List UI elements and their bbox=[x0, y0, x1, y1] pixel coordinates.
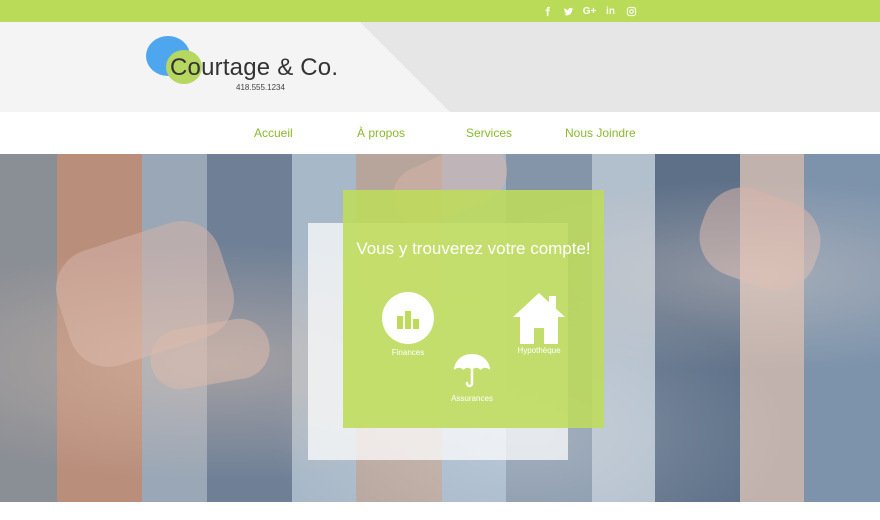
nav-item-a-propos[interactable]: À propos bbox=[357, 126, 405, 140]
main-nav: Accueil À propos Services Nous Joindre bbox=[0, 112, 880, 154]
header-diagonal-panel bbox=[360, 22, 880, 112]
social-bar: G+ in bbox=[0, 0, 880, 22]
hero-title: Vous y trouverez votre compte! bbox=[356, 239, 591, 258]
twitter-icon[interactable] bbox=[562, 4, 575, 18]
nav-item-accueil[interactable]: Accueil bbox=[254, 126, 293, 140]
service-assurances[interactable]: Assurances bbox=[446, 350, 498, 403]
facebook-icon[interactable] bbox=[541, 4, 554, 18]
phone-number: 418.555.1234 bbox=[236, 83, 285, 92]
hero-green-panel: Vous y trouverez votre compte! Finances … bbox=[343, 190, 604, 428]
service-assurances-label: Assurances bbox=[451, 394, 493, 403]
umbrella-icon bbox=[452, 350, 492, 390]
service-hypotheque[interactable]: Hypothèque bbox=[509, 290, 569, 355]
site-header: Courtage & Co. 418.555.1234 bbox=[0, 22, 880, 112]
service-hypotheque-label: Hypothèque bbox=[517, 346, 561, 355]
google-plus-icon[interactable]: G+ bbox=[583, 4, 597, 18]
social-links: G+ in bbox=[541, 4, 638, 18]
instagram-icon[interactable] bbox=[625, 4, 638, 18]
brand-name: Courtage & Co. bbox=[170, 54, 339, 81]
linkedin-icon[interactable]: in bbox=[604, 4, 617, 18]
service-finances-label: Finances bbox=[391, 348, 425, 357]
house-icon bbox=[511, 290, 567, 346]
chart-bars-icon bbox=[382, 292, 434, 344]
nav-item-services[interactable]: Services bbox=[466, 126, 512, 140]
service-finances[interactable]: Finances bbox=[382, 292, 434, 357]
hero-banner: Vous y trouverez votre compte! Finances … bbox=[0, 154, 880, 502]
logo[interactable]: Courtage & Co. 418.555.1234 bbox=[146, 36, 366, 106]
nav-item-nous-joindre[interactable]: Nous Joindre bbox=[565, 126, 636, 140]
